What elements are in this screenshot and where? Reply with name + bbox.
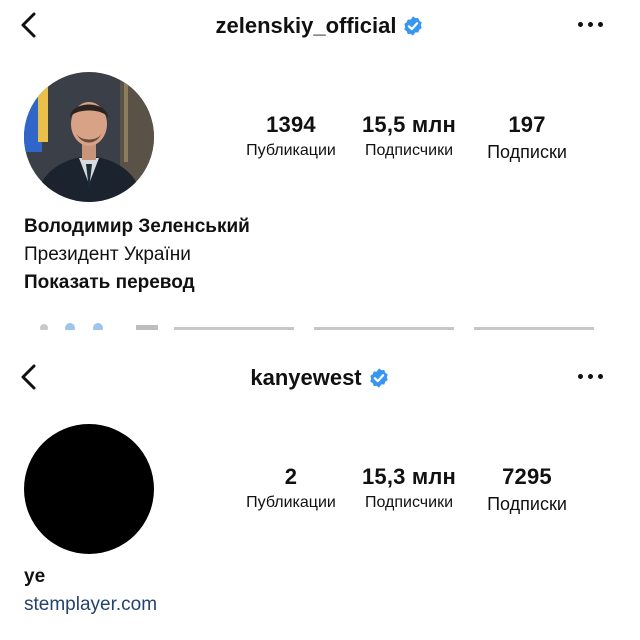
stat-followers-label: Подписчики (364, 494, 453, 511)
stat-following-count: 7295 (502, 464, 552, 489)
profile-header: kanyewest (0, 364, 640, 391)
stat-posts-label: Публикации (246, 142, 336, 159)
avatar[interactable] (24, 424, 154, 554)
profile-full-name: ye (24, 566, 46, 587)
stat-following-label: Подписки (487, 142, 567, 162)
stat-followers-count: 15,3 млн (361, 464, 457, 489)
stat-following-label: Подписки (487, 494, 567, 514)
profile-panel-kanyewest: kanyewest 2 Публикации 15,3 млн Подписчи… (0, 352, 640, 640)
cut-off-text-line (24, 318, 624, 330)
username: zelenskiy_official (215, 13, 397, 39)
verified-badge-icon (368, 367, 390, 389)
profile-full-name: Володимир Зеленський (24, 216, 250, 237)
more-options-icon[interactable] (578, 369, 604, 383)
stat-posts-label: Публикации (246, 494, 336, 511)
stat-following[interactable]: 7295 Подписки (462, 464, 592, 515)
stat-posts[interactable]: 2 Публикации (226, 464, 356, 512)
stat-followers-label: Подписчики (364, 142, 453, 159)
more-options-icon[interactable] (578, 17, 604, 31)
avatar[interactable] (24, 72, 154, 202)
stat-posts-count: 2 (284, 464, 298, 489)
profile-panel-zelenskiy: zelenskiy_official 1394 Публикации 15,5 … (0, 0, 640, 330)
show-translation-link[interactable]: Показать перевод (24, 272, 195, 294)
profile-header: zelenskiy_official (0, 12, 640, 39)
stat-followers[interactable]: 15,5 млн Подписчики (344, 112, 474, 160)
stat-posts[interactable]: 1394 Публикации (226, 112, 356, 160)
stat-followers[interactable]: 15,3 млн Подписчики (344, 464, 474, 512)
stat-followers-count: 15,5 млн (361, 112, 457, 137)
username: kanyewest (250, 365, 362, 391)
stat-following[interactable]: 197 Подписки (462, 112, 592, 163)
stat-posts-count: 1394 (266, 112, 316, 137)
stat-following-count: 197 (508, 112, 546, 137)
profile-bio-title: Президент України (24, 244, 191, 265)
profile-website-link[interactable]: stemplayer.com (24, 594, 157, 616)
verified-badge-icon (402, 15, 424, 37)
